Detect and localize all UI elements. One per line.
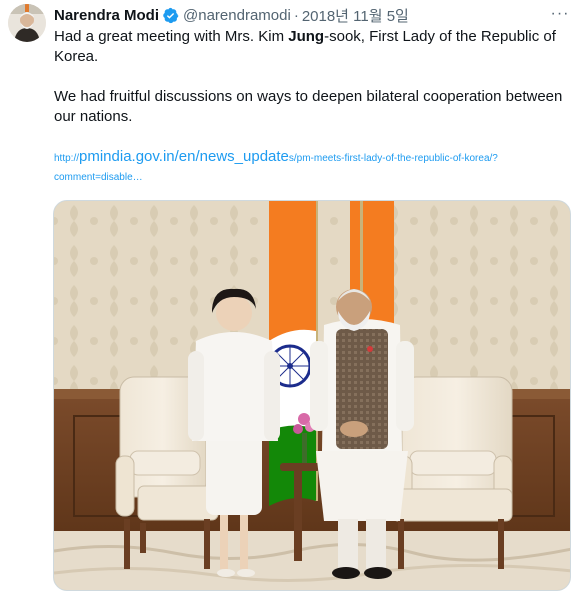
link-prefix: http:// (54, 153, 80, 164)
text-segment: Had a great meeting with Mrs. Kim (54, 28, 289, 45)
tweet-header: Narendra Modi @narendramodi · 2018년 11월 … (54, 5, 409, 25)
more-options-icon[interactable]: ··· (550, 4, 570, 24)
highlighted-text: Jung (288, 28, 325, 45)
author-handle[interactable]: @narendramodi (183, 7, 291, 24)
tweet: Narendra Modi @narendramodi · 2018년 11월 … (0, 0, 584, 597)
news-link[interactable]: http://pmindia.gov.in/en/news_updates/pm… (54, 148, 554, 186)
verified-badge-icon (162, 7, 179, 24)
tweet-text: Had a great meeting with Mrs. Kim Jung-s… (54, 27, 574, 127)
avatar[interactable] (8, 4, 46, 42)
link-domain: pmindia.gov.in/en/news_update (79, 148, 289, 165)
tweet-photo[interactable] (53, 200, 571, 591)
tweet-date[interactable]: 2018년 11월 5일 (302, 5, 409, 26)
photo-illustration (54, 201, 570, 590)
author-name[interactable]: Narendra Modi (54, 7, 159, 24)
tweet-paragraph-2: We had fruitful discussions on ways to d… (54, 88, 563, 125)
header-separator: · (293, 6, 299, 24)
tweet-paragraph-1: Had a great meeting with Mrs. Kim Jung-s… (54, 27, 574, 67)
